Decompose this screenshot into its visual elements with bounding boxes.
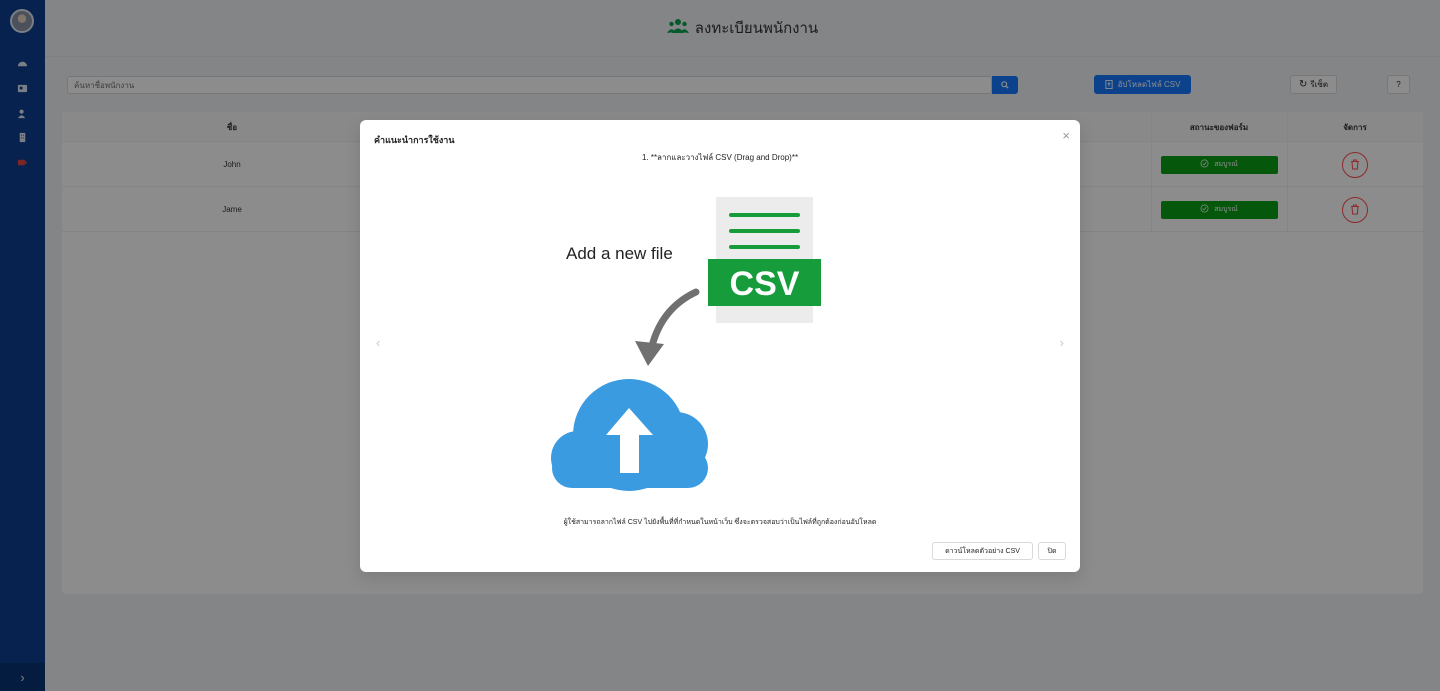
upload-csv-illustration: CSV bbox=[551, 197, 821, 491]
curved-arrow-icon bbox=[648, 288, 700, 350]
instructions-modal: คำแนะนำการใช้งาน × 1. **ลากและวางไฟล์ CS… bbox=[360, 120, 1080, 572]
cloud-upload-icon bbox=[551, 379, 708, 491]
csv-badge: CSV bbox=[730, 265, 800, 303]
close-icon[interactable]: × bbox=[1062, 128, 1070, 143]
instruction-description: ผู้ใช้สามารถลากไฟล์ CSV ไปยังพื้นที่ที่ก… bbox=[563, 519, 877, 526]
carousel-prev-button[interactable]: ‹ bbox=[376, 335, 380, 350]
step-caption: 1. **ลากและวางไฟล์ CSV (Drag and Drop)** bbox=[641, 153, 799, 162]
modal-title: คำแนะนำการใช้งาน bbox=[374, 135, 455, 145]
download-sample-csv-button[interactable]: ดาวน์โหลดตัวอย่าง CSV bbox=[932, 542, 1033, 560]
carousel-next-button[interactable]: › bbox=[1060, 335, 1064, 350]
close-button[interactable]: ปิด bbox=[1038, 542, 1066, 560]
